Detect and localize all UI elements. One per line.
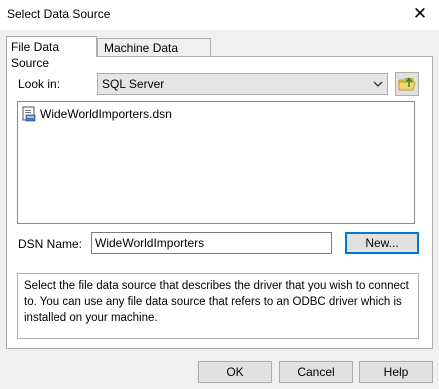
- description-box: Select the file data source that describ…: [17, 273, 419, 339]
- look-in-label: Look in:: [18, 77, 61, 91]
- list-item[interactable]: WideWorldImporters.dsn: [21, 105, 172, 123]
- cancel-button[interactable]: Cancel: [279, 361, 353, 383]
- dsn-name-field[interactable]: WideWorldImporters: [91, 232, 332, 254]
- new-button[interactable]: New...: [345, 232, 419, 254]
- tab-machine-data-source[interactable]: Machine Data Source: [97, 38, 211, 71]
- close-icon[interactable]: ✕: [404, 3, 436, 25]
- look-in-value: SQL Server: [102, 77, 165, 91]
- tab-file-data-source[interactable]: File Data Source: [6, 36, 97, 70]
- dsn-name-value: WideWorldImporters: [95, 236, 205, 250]
- look-in-dropdown[interactable]: SQL Server: [97, 73, 388, 95]
- window-title: Select Data Source: [7, 7, 111, 21]
- file-name: WideWorldImporters.dsn: [40, 107, 172, 121]
- help-button[interactable]: Help: [359, 361, 433, 383]
- folder-up-icon: [398, 77, 416, 91]
- file-list[interactable]: WideWorldImporters.dsn: [17, 101, 415, 224]
- ok-button[interactable]: OK: [198, 361, 272, 383]
- description-text: Select the file data source that describ…: [24, 280, 409, 324]
- dsn-name-label: DSN Name:: [18, 237, 83, 251]
- up-folder-button[interactable]: [395, 72, 419, 96]
- title-bar: Select Data Source ✕: [0, 0, 439, 30]
- dsn-file-icon: [22, 106, 36, 122]
- chevron-down-icon: [373, 81, 383, 87]
